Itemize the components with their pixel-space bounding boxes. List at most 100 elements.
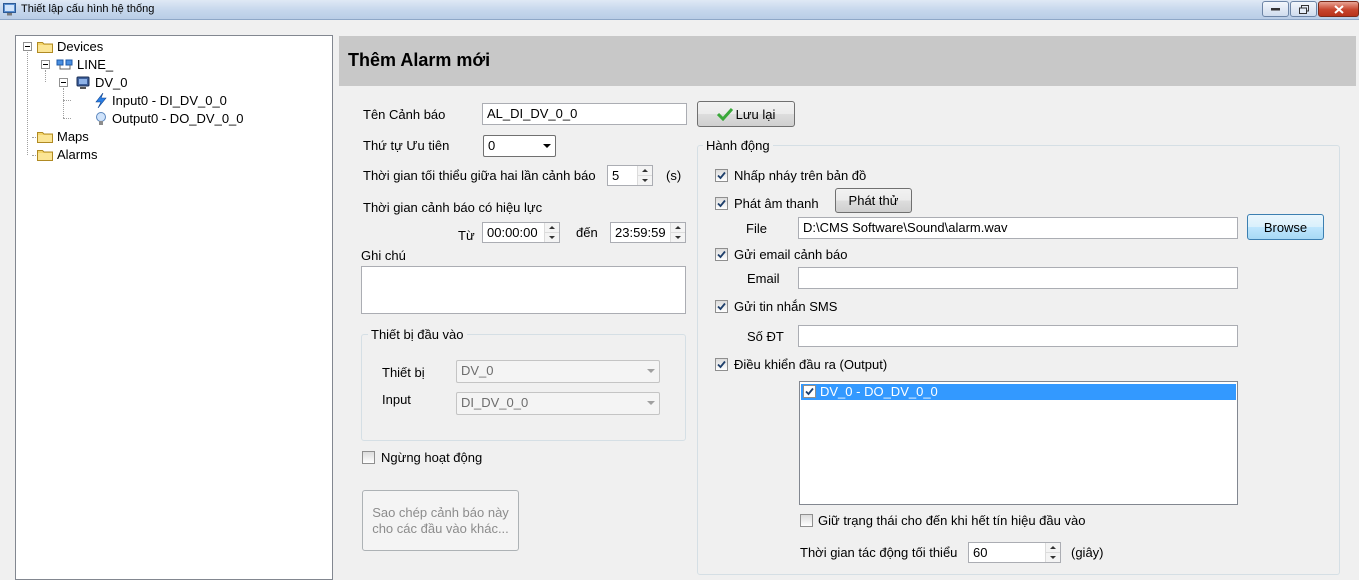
output-item-checkbox[interactable] xyxy=(803,385,816,398)
tree-node-label: Output0 - DO_DV_0_0 xyxy=(112,111,244,126)
tree-node-label: Maps xyxy=(57,129,89,144)
output-checklist[interactable]: DV_0 - DO_DV_0_0 xyxy=(799,381,1238,505)
min-interval-label: Thời gian tối thiểu giữa hai lần cảnh bá… xyxy=(363,168,596,183)
close-button[interactable] xyxy=(1318,1,1359,17)
email-check-label: Gửi email cảnh báo xyxy=(734,247,848,262)
folder-icon xyxy=(37,42,53,53)
title-bar[interactable]: Thiết lập cấu hình hệ thống xyxy=(0,0,1359,20)
tree-node-output[interactable]: Output0 - DO_DV_0_0 xyxy=(93,111,244,126)
network-icon xyxy=(56,59,73,69)
tree-node-label: LINE_ xyxy=(77,57,114,72)
spin-up-button[interactable] xyxy=(545,223,559,233)
phone-input[interactable] xyxy=(798,325,1238,347)
spin-down-button[interactable] xyxy=(545,233,559,243)
list-item[interactable]: DV_0 - DO_DV_0_0 xyxy=(801,384,1236,400)
input-select[interactable]: DI_DV_0_0 xyxy=(456,392,660,415)
minimize-button[interactable] xyxy=(1262,1,1289,17)
min-activation-value: 60 xyxy=(973,545,988,560)
window-title: Thiết lập cấu hình hệ thống xyxy=(21,3,155,15)
bulb-icon xyxy=(96,112,106,125)
hold-state-label: Giữ trạng thái cho đến khi hết tín hiệu … xyxy=(818,513,1086,528)
checkmark-icon xyxy=(717,199,726,208)
folder-icon xyxy=(37,132,53,143)
file-label: File xyxy=(746,221,767,236)
checkmark-icon xyxy=(717,360,726,369)
alarm-name-input[interactable]: AL_DI_DV_0_0 xyxy=(482,103,687,125)
spin-up-button[interactable] xyxy=(638,166,652,176)
tree-node-line[interactable]: LINE_ xyxy=(56,57,113,72)
play-test-button[interactable]: Phát thử xyxy=(835,188,912,213)
spin-down-button[interactable] xyxy=(1046,553,1060,563)
app-icon xyxy=(3,3,16,16)
actions-group-title: Hành động xyxy=(703,138,773,153)
min-activation-stepper[interactable]: 60 xyxy=(968,542,1061,563)
tree-node-alarms[interactable]: Alarms xyxy=(37,147,97,162)
blink-checkbox[interactable] xyxy=(715,169,728,182)
expand-devices-toggle[interactable] xyxy=(23,42,32,51)
disable-checkbox[interactable] xyxy=(362,451,375,464)
device-icon xyxy=(76,76,90,89)
copy-alarm-button[interactable]: Sao chép cảnh báo này cho các đầu vào kh… xyxy=(362,490,519,551)
spin-down-button[interactable] xyxy=(671,233,685,243)
sound-checkbox[interactable] xyxy=(715,197,728,210)
copy-alarm-line2: cho các đầu vào khác... xyxy=(372,520,509,536)
expand-device-toggle[interactable] xyxy=(59,78,68,87)
sms-checkbox[interactable] xyxy=(715,300,728,313)
alarm-name-label: Tên Cảnh báo xyxy=(363,107,446,122)
tree-node-label: Devices xyxy=(57,39,104,54)
save-label: Lưu lại xyxy=(735,106,776,122)
browse-button[interactable]: Browse xyxy=(1247,214,1324,240)
min-interval-value: 5 xyxy=(612,168,620,183)
device-value: DV_0 xyxy=(461,363,494,378)
email-checkbox[interactable] xyxy=(715,248,728,261)
page-title: Thêm Alarm mới xyxy=(348,50,491,70)
priority-select[interactable]: 0 xyxy=(483,135,556,157)
note-textarea[interactable] xyxy=(361,266,686,314)
minimize-icon xyxy=(1271,8,1280,11)
priority-label: Thứ tự Ưu tiên xyxy=(363,138,450,153)
file-path-input[interactable]: D:\CMS Software\Sound\alarm.wav xyxy=(798,217,1238,239)
tree-node-maps[interactable]: Maps xyxy=(37,129,89,144)
chevron-down-icon xyxy=(647,401,655,405)
spin-down-button[interactable] xyxy=(638,176,652,186)
checkmark-icon xyxy=(716,107,733,121)
from-time-stepper[interactable]: 00:00:00 xyxy=(482,222,560,243)
lightning-icon xyxy=(95,93,107,108)
disable-label: Ngừng hoạt động xyxy=(381,450,483,465)
folder-icon xyxy=(37,150,53,161)
copy-alarm-line1: Sao chép cảnh báo này xyxy=(372,504,509,520)
close-icon xyxy=(1333,4,1344,14)
min-interval-stepper[interactable]: 5 xyxy=(607,165,653,186)
from-label: Từ xyxy=(458,228,475,243)
restore-button[interactable] xyxy=(1290,1,1317,17)
restore-icon xyxy=(1298,4,1309,14)
output-control-checkbox[interactable] xyxy=(715,358,728,371)
page-header: Thêm Alarm mới xyxy=(339,36,1356,86)
sound-label: Phát âm thanh xyxy=(734,196,819,211)
checkmark-icon xyxy=(717,302,726,311)
save-button[interactable]: Lưu lại xyxy=(697,101,795,127)
hold-state-checkbox[interactable] xyxy=(800,514,813,527)
spin-up-button[interactable] xyxy=(671,223,685,233)
input-device-group xyxy=(361,334,686,441)
spin-up-button[interactable] xyxy=(1046,543,1060,553)
expand-line-toggle[interactable] xyxy=(41,60,50,69)
output-item-label: DV_0 - DO_DV_0_0 xyxy=(820,384,938,399)
tree-node-label: Alarms xyxy=(57,147,98,162)
device-select[interactable]: DV_0 xyxy=(456,360,660,383)
to-time-stepper[interactable]: 23:59:59 xyxy=(610,222,686,243)
checkmark-icon xyxy=(717,250,726,259)
chevron-down-icon xyxy=(647,369,655,373)
email-input[interactable] xyxy=(798,267,1238,289)
priority-value: 0 xyxy=(488,138,496,153)
min-activation-label: Thời gian tác động tối thiểu xyxy=(800,545,958,560)
checkmark-icon xyxy=(717,171,726,180)
from-time-value: 00:00:00 xyxy=(487,225,538,240)
tree-node-device[interactable]: DV_0 xyxy=(74,75,128,90)
device-label: Thiết bị xyxy=(382,365,425,380)
min-activation-unit: (giây) xyxy=(1071,545,1104,560)
device-tree[interactable]: Devices LINE_ DV_0 Input0 - DI_DV_0_0 Ou… xyxy=(15,35,333,580)
input-label: Input xyxy=(382,392,411,407)
tree-node-devices[interactable]: Devices xyxy=(37,39,103,54)
tree-node-input[interactable]: Input0 - DI_DV_0_0 xyxy=(93,93,227,108)
